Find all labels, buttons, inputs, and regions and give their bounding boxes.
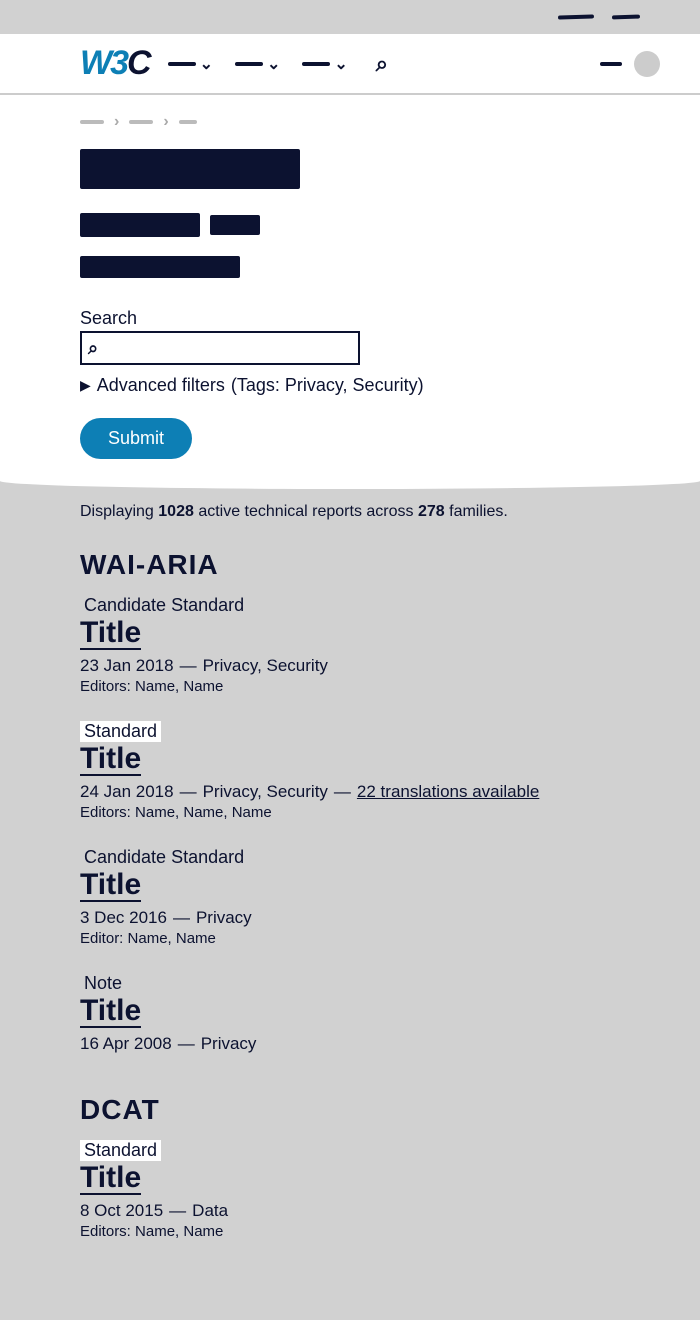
breadcrumb-separator: › bbox=[114, 113, 119, 131]
chevron-down-icon: ⌄ bbox=[200, 54, 213, 74]
search-icon: ⌕ bbox=[88, 338, 98, 359]
results-summary: Displaying 1028 active technical reports… bbox=[80, 503, 620, 521]
chevron-down-icon: ⌄ bbox=[334, 54, 347, 74]
breadcrumb-separator: › bbox=[163, 113, 168, 131]
nav-item[interactable]: ⌄ bbox=[302, 54, 347, 74]
search-label: Search bbox=[80, 308, 620, 329]
page-title bbox=[80, 149, 300, 189]
advanced-filters-toggle[interactable]: ▶ Advanced filters (Tags: Privacy, Secur… bbox=[80, 375, 620, 396]
report-status: Candidate Standard bbox=[80, 595, 248, 616]
chevron-down-icon: ⌄ bbox=[267, 54, 280, 74]
report-title-link[interactable]: Title bbox=[80, 870, 141, 902]
nav-item-label bbox=[302, 62, 330, 66]
nav-links: ⌄ ⌄ ⌄ ⌕ bbox=[168, 51, 389, 77]
family-name: WAI-ARIA bbox=[80, 549, 620, 581]
report-title-link[interactable]: Title bbox=[80, 996, 141, 1028]
report-tags: Data bbox=[192, 1201, 228, 1220]
utility-bar bbox=[0, 0, 700, 34]
nav-right bbox=[600, 51, 660, 77]
main-nav: W3C ⌄ ⌄ ⌄ ⌕ bbox=[0, 34, 700, 95]
breadcrumb-item[interactable] bbox=[80, 120, 104, 124]
summary-text: Displaying bbox=[80, 503, 154, 520]
report-item: StandardTitle 24 Jan 2018—Privacy, Securi… bbox=[80, 721, 620, 821]
report-item: NoteTitle 16 Apr 2008—Privacy bbox=[80, 973, 620, 1054]
report-meta: 3 Dec 2016—Privacy bbox=[80, 908, 620, 928]
report-tags: Privacy bbox=[201, 1034, 257, 1053]
advanced-filters-label: Advanced filters bbox=[97, 375, 225, 396]
utility-link[interactable] bbox=[558, 14, 594, 19]
report-status: Note bbox=[80, 973, 126, 994]
nav-item[interactable]: ⌄ bbox=[235, 54, 280, 74]
logo-part-1: W3 bbox=[80, 44, 127, 82]
report-date: 24 Jan 2018 bbox=[80, 782, 174, 801]
summary-text: families. bbox=[449, 503, 508, 520]
breadcrumb-item[interactable] bbox=[129, 120, 153, 124]
family-name: DCAT bbox=[80, 1094, 620, 1126]
summary-family-count: 278 bbox=[418, 503, 445, 520]
report-tags: Privacy, Security bbox=[203, 656, 328, 675]
report-tags: Privacy bbox=[196, 908, 252, 927]
report-status: Candidate Standard bbox=[80, 847, 248, 868]
triangle-right-icon: ▶ bbox=[80, 377, 91, 394]
site-logo[interactable]: W3C bbox=[80, 44, 150, 83]
report-title-link[interactable]: Title bbox=[80, 618, 141, 650]
report-editors: Editors: Name, Name bbox=[80, 1223, 620, 1240]
advanced-filters-detail: (Tags: Privacy, Security) bbox=[231, 375, 424, 396]
report-title-link[interactable]: Title bbox=[80, 744, 141, 776]
report-title-link[interactable]: Title bbox=[80, 1163, 141, 1195]
report-family: DCAT StandardTitle 8 Oct 2015—Data Editors:… bbox=[80, 1094, 620, 1240]
report-status: Standard bbox=[80, 721, 161, 742]
logo-part-2: C bbox=[127, 44, 150, 82]
report-status: Standard bbox=[80, 1140, 161, 1161]
nav-item-label bbox=[168, 62, 196, 66]
nav-item-label bbox=[235, 62, 263, 66]
results-area: Displaying 1028 active technical reports… bbox=[0, 489, 700, 1320]
summary-text: active technical reports across bbox=[198, 503, 413, 520]
search-input[interactable] bbox=[98, 340, 352, 356]
report-family: WAI-ARIACandidate StandardTitle23 Jan 20… bbox=[80, 549, 620, 1054]
page-subtitle bbox=[80, 213, 200, 237]
report-item: Candidate StandardTitle 3 Dec 2016—Privac… bbox=[80, 847, 620, 947]
report-meta: 16 Apr 2008—Privacy bbox=[80, 1034, 620, 1054]
report-editors: Editors: Name, Name bbox=[80, 678, 620, 695]
breadcrumb-item bbox=[179, 120, 197, 124]
report-date: 16 Apr 2008 bbox=[80, 1034, 172, 1053]
breadcrumb: › › bbox=[80, 113, 620, 131]
translations-link[interactable]: 22 translations available bbox=[357, 782, 539, 801]
report-meta: 24 Jan 2018—Privacy, Security—22 transla… bbox=[80, 782, 620, 802]
search-box[interactable]: ⌕ bbox=[80, 331, 360, 365]
search-icon[interactable]: ⌕ bbox=[376, 51, 388, 77]
report-editors: Editors: Name, Name, Name bbox=[80, 804, 620, 821]
report-item: Candidate StandardTitle 23 Jan 2018—Priva… bbox=[80, 595, 620, 695]
report-tags: Privacy, Security bbox=[203, 782, 328, 801]
search-section: Search ⌕ ▶ Advanced filters (Tags: Priva… bbox=[80, 308, 620, 459]
report-item: StandardTitle 8 Oct 2015—Data Editors: Nam… bbox=[80, 1140, 620, 1240]
report-editors: Editor: Name, Name bbox=[80, 930, 620, 947]
avatar[interactable] bbox=[634, 51, 660, 77]
report-meta: 8 Oct 2015—Data bbox=[80, 1201, 620, 1221]
report-date: 3 Dec 2016 bbox=[80, 908, 167, 927]
page-header-area: › › Search ⌕ ▶ Advanced filters (Tags: P… bbox=[0, 95, 700, 489]
submit-button[interactable]: Submit bbox=[80, 418, 192, 459]
page-subtitle bbox=[80, 256, 240, 278]
account-link[interactable] bbox=[600, 62, 622, 66]
utility-link[interactable] bbox=[612, 15, 640, 20]
report-date: 8 Oct 2015 bbox=[80, 1201, 163, 1220]
report-date: 23 Jan 2018 bbox=[80, 656, 174, 675]
nav-item[interactable]: ⌄ bbox=[168, 54, 213, 74]
page-subtitle bbox=[210, 215, 260, 235]
report-meta: 23 Jan 2018—Privacy, Security bbox=[80, 656, 620, 676]
summary-report-count: 1028 bbox=[158, 503, 194, 520]
